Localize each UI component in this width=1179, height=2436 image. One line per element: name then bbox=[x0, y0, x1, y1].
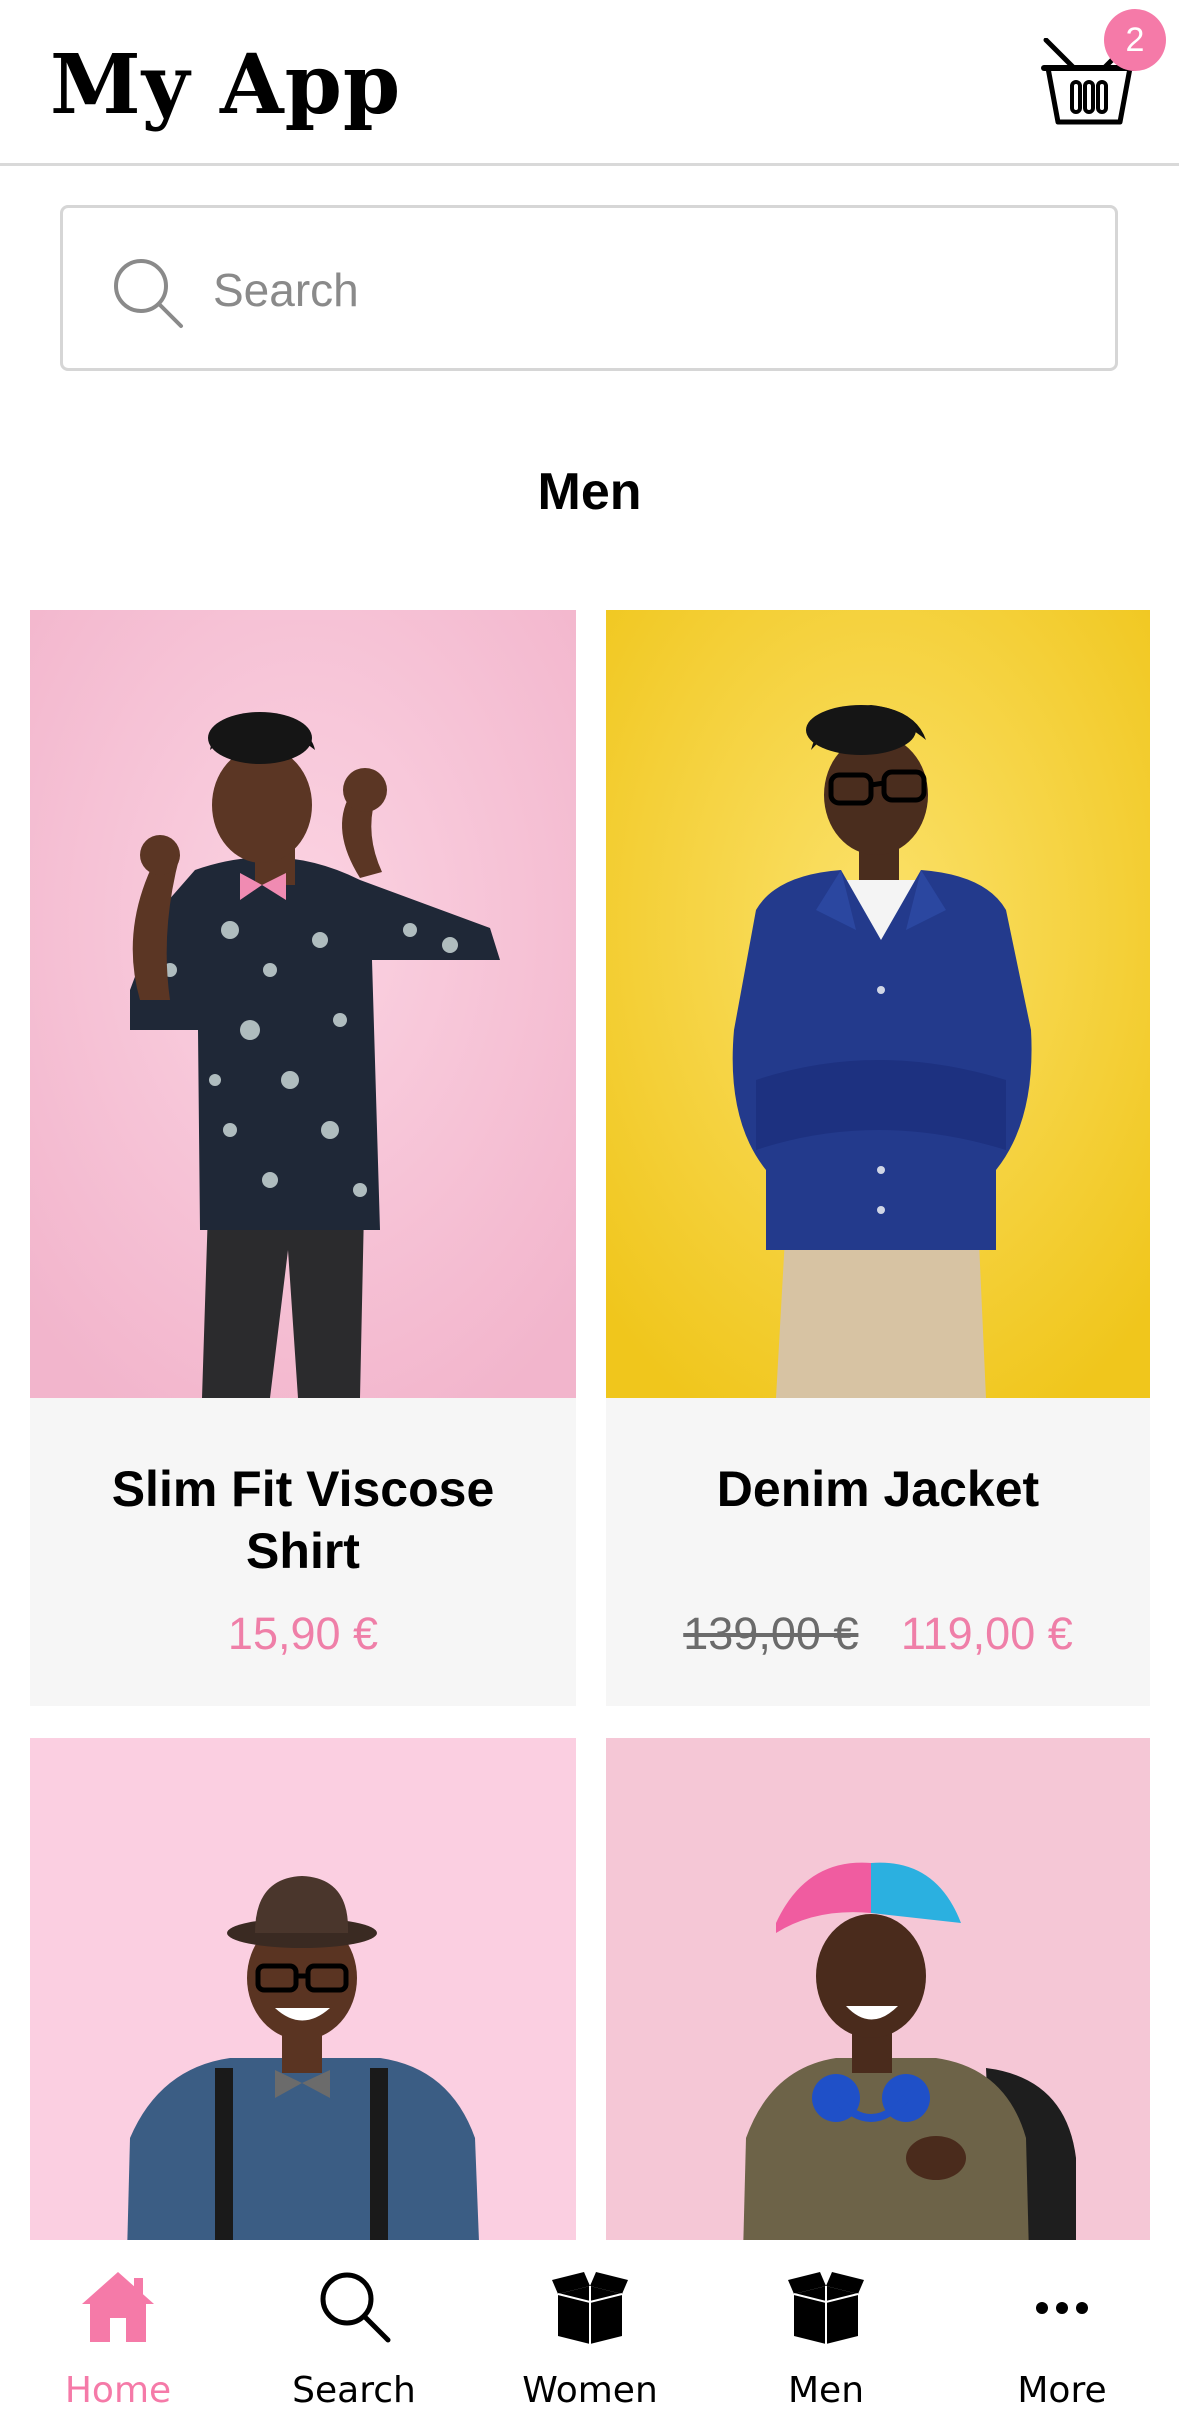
cart-count-badge: 2 bbox=[1104, 9, 1166, 71]
product-old-price: 139,00 € bbox=[683, 1608, 859, 1659]
product-card[interactable] bbox=[30, 1738, 576, 2240]
product-price: 15,90 € bbox=[227, 1608, 379, 1659]
tab-label: Men bbox=[787, 2370, 865, 2411]
bottom-tab-bar: Home Search Women Men More bbox=[0, 2240, 1179, 2436]
product-image-man-cap-headphones[interactable] bbox=[606, 1738, 1150, 2240]
product-image-man-hat-glasses[interactable] bbox=[30, 1738, 576, 2240]
box-icon bbox=[552, 2272, 628, 2344]
more-icon bbox=[1036, 2302, 1088, 2314]
tab-label: More bbox=[1017, 2370, 1107, 2411]
tab-label: Search bbox=[292, 2370, 416, 2411]
search-icon bbox=[320, 2272, 391, 2343]
product-image-man-denim-jacket[interactable] bbox=[606, 610, 1150, 1398]
search-bar bbox=[60, 205, 1118, 371]
product-image-man-floral-shirt[interactable] bbox=[30, 610, 576, 1398]
search-input[interactable] bbox=[213, 236, 1073, 344]
product-card[interactable]: Denim Jacket 139,00 € 119,00 € bbox=[606, 610, 1150, 1706]
app-title: My App bbox=[50, 37, 402, 133]
tab-home[interactable]: Home bbox=[0, 2240, 236, 2436]
product-grid: Slim Fit Viscose Shirt 15,90 € Denim Jac… bbox=[30, 610, 1150, 2240]
section-title: Men bbox=[537, 463, 642, 521]
product-name: Slim Fit Viscose Shirt bbox=[111, 1461, 495, 1579]
home-icon bbox=[82, 2272, 154, 2342]
product-card[interactable]: Slim Fit Viscose Shirt 15,90 € bbox=[30, 610, 576, 1706]
tab-women[interactable]: Women bbox=[472, 2240, 708, 2436]
product-price: 119,00 € bbox=[900, 1608, 1073, 1659]
tab-search[interactable]: Search bbox=[236, 2240, 472, 2436]
product-name: Denim Jacket bbox=[716, 1461, 1040, 1517]
product-info: Slim Fit Viscose Shirt 15,90 € bbox=[30, 1398, 576, 1706]
product-info: Denim Jacket 139,00 € 119,00 € bbox=[606, 1398, 1150, 1706]
tab-more[interactable]: More bbox=[944, 2240, 1179, 2436]
product-price-row: 15,90 € bbox=[30, 1608, 576, 1660]
tab-label: Women bbox=[522, 2370, 658, 2411]
product-card[interactable] bbox=[606, 1738, 1150, 2240]
box-icon bbox=[788, 2272, 864, 2344]
search-icon bbox=[114, 259, 183, 328]
tab-men[interactable]: Men bbox=[708, 2240, 944, 2436]
product-price-row: 139,00 € 119,00 € bbox=[606, 1608, 1150, 1660]
app-header: My App 2 bbox=[0, 0, 1179, 166]
tab-label: Home bbox=[64, 2370, 172, 2411]
